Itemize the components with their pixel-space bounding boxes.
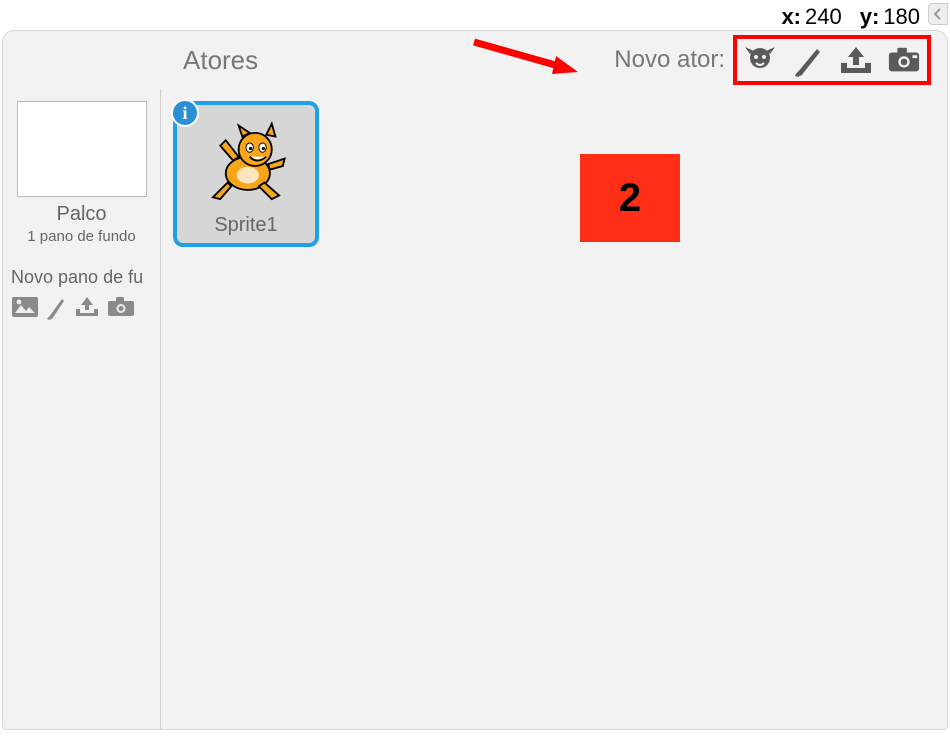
sprites-panel: Atores Novo ator: [2, 30, 948, 730]
sprite-name: Sprite1 [214, 214, 277, 237]
annotation-callout-number: 2 [619, 176, 641, 221]
stage-thumbnail-wrap [17, 101, 147, 197]
info-icon[interactable]: i [171, 99, 199, 127]
paintbrush-icon[interactable] [791, 43, 825, 77]
annotation-callout: 2 [580, 154, 680, 242]
scroll-left-icon[interactable] [928, 3, 948, 25]
upload-icon[interactable] [73, 295, 101, 319]
sprite-library-icon[interactable] [743, 43, 777, 77]
sprite-list: i Sprite1 [161, 89, 947, 729]
image-icon[interactable] [11, 295, 39, 319]
camera-icon[interactable] [107, 296, 135, 318]
new-sprite-label: Novo ator: [614, 46, 725, 74]
panel-header: Atores Novo ator: [3, 31, 947, 89]
y-label: y: [860, 4, 880, 29]
sprite-tile[interactable]: i Sprite1 [173, 101, 319, 247]
scratch-cat-icon [200, 120, 292, 212]
camera-icon[interactable] [887, 43, 921, 77]
x-label: x: [781, 4, 801, 29]
upload-icon[interactable] [839, 43, 873, 77]
stage-thumbnail[interactable] [17, 101, 147, 197]
stage-sidebar: Palco 1 pano de fundo Novo pano de fu [3, 89, 161, 729]
y-value: 180 [883, 4, 920, 29]
new-backdrop-toolbar [3, 294, 160, 320]
new-sprite-toolbar [733, 35, 931, 85]
stage-label: Palco [3, 203, 160, 226]
new-backdrop-label: Novo pano de fu [3, 267, 160, 288]
paintbrush-icon[interactable] [45, 294, 67, 320]
backdrop-count: 1 pano de fundo [3, 228, 160, 245]
coordinate-readout: x:240 y:180 [781, 4, 920, 30]
tab-sprites[interactable]: Atores [161, 31, 286, 89]
x-value: 240 [805, 4, 842, 29]
tab-sprites-label: Atores [183, 45, 258, 76]
